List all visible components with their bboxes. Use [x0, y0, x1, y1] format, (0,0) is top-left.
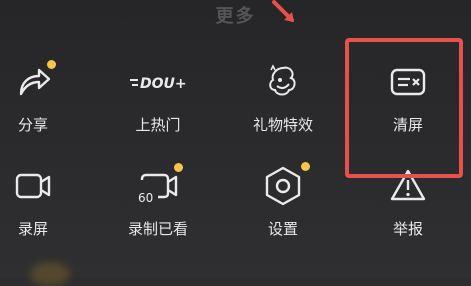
promote-button[interactable]: DOU+ 上热门: [98, 62, 218, 152]
record-watched-icon: 60: [138, 173, 178, 205]
annotation-highlight-box: [345, 38, 463, 178]
badge-dot: [174, 163, 183, 172]
dou-plus-icon: DOU+: [130, 76, 187, 92]
decorative-glow: [30, 262, 70, 286]
settings-label: 设置: [267, 220, 298, 238]
record-watched-number: 60: [138, 191, 153, 205]
record-watched-button[interactable]: 60 录制已看: [98, 163, 218, 256]
record-watched-label: 录制已看: [127, 220, 188, 238]
more-panel: 更多 分享 DOU+ 上热门 礼物特效 清屏 录屏 60 录制已看 设置 举报: [0, 0, 471, 286]
report-button[interactable]: 举报: [348, 166, 468, 256]
screen-record-button[interactable]: 录屏: [0, 166, 93, 256]
badge-dot: [47, 60, 56, 69]
panel-title: 更多: [215, 6, 256, 27]
settings-icon: [265, 166, 301, 206]
gift-effects-label: 礼物特效: [252, 116, 313, 134]
screen-record-label: 录屏: [17, 220, 48, 238]
promote-label: 上热门: [135, 116, 181, 134]
annotation-arrow-icon: [272, 0, 294, 22]
gift-effects-button[interactable]: 礼物特效: [223, 62, 343, 152]
share-button[interactable]: 分享: [0, 60, 93, 152]
report-label: 举报: [392, 220, 423, 238]
badge-dot: [301, 162, 310, 171]
settings-button[interactable]: 设置: [223, 162, 343, 256]
dou-plus-text: DOU+: [140, 76, 187, 92]
gift-effects-icon: [269, 64, 296, 96]
share-label: 分享: [17, 116, 48, 134]
screen-record-icon: [15, 173, 51, 199]
